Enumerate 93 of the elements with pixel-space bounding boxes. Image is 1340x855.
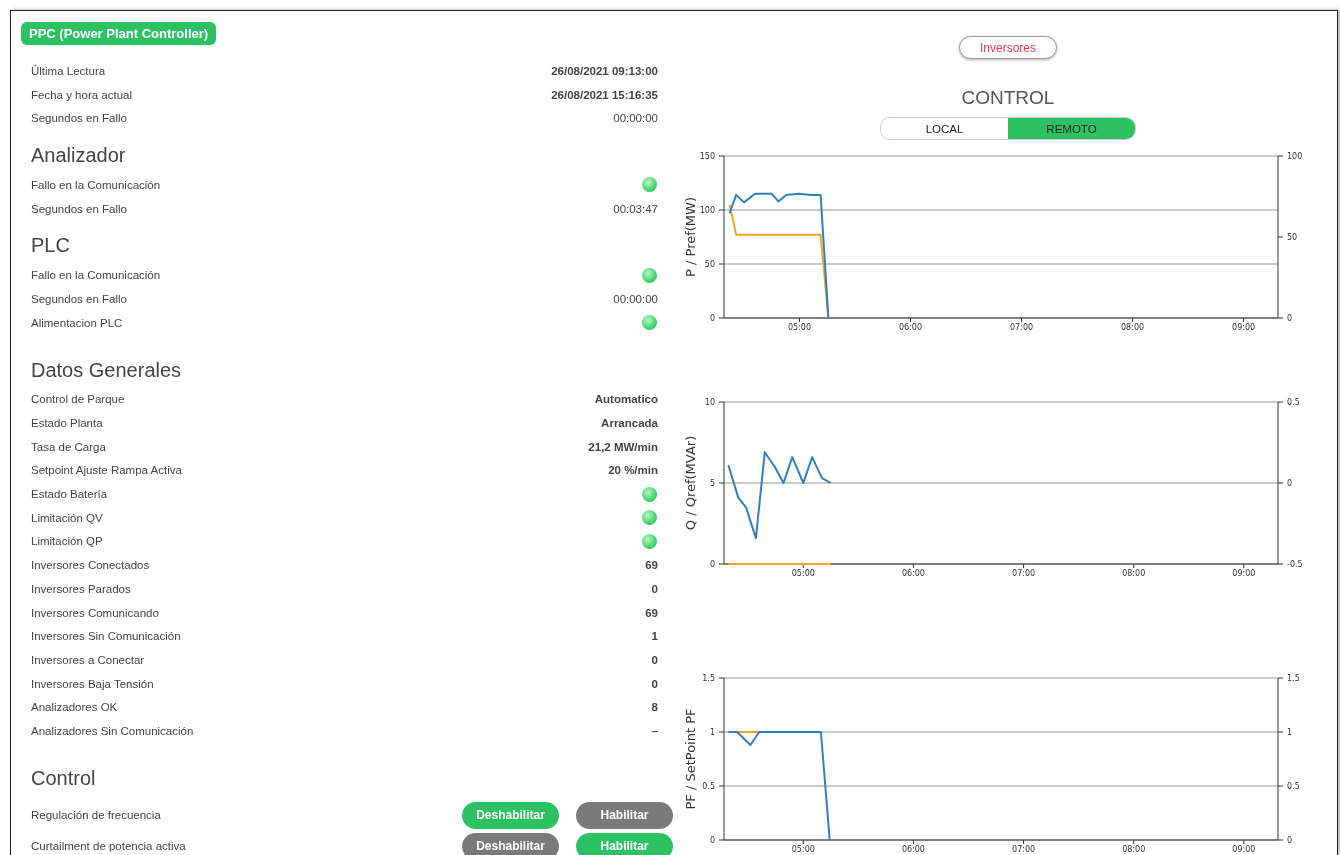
section-heading: Analizador bbox=[31, 143, 127, 169]
field-label: Analizadores Sin Comunicación bbox=[31, 724, 194, 737]
disable-button[interactable]: Deshabilitar bbox=[462, 801, 559, 829]
tick-label: 0 bbox=[709, 314, 715, 323]
section-heading: Datos Generales bbox=[31, 357, 183, 383]
tick-label: 1.5 bbox=[702, 674, 715, 683]
axis-title: P / Pref(MW) bbox=[683, 197, 698, 277]
field-value: 26/08/2021 09:13:00 bbox=[551, 64, 658, 77]
field-label: Setpoint Ajuste Rampa Activa bbox=[31, 464, 182, 477]
tick-label: 08:00 bbox=[1122, 845, 1146, 854]
field-label: Inversores Baja Tensión bbox=[31, 677, 154, 690]
tick-label: 0.5 bbox=[1287, 398, 1300, 407]
tick-label: 1.5 bbox=[1287, 674, 1300, 683]
tick-label: 08:00 bbox=[1121, 323, 1145, 332]
tick-label: 05:00 bbox=[791, 845, 815, 854]
tick-label: 09:00 bbox=[1232, 845, 1256, 854]
field-value: 00:00:00 bbox=[613, 292, 658, 305]
field-value: 20 %/min bbox=[608, 464, 658, 477]
tick-label: 08:00 bbox=[1122, 569, 1146, 578]
field-value: 69 bbox=[645, 559, 658, 572]
field-value: Arrancada bbox=[601, 417, 658, 430]
tick-label: 09:00 bbox=[1232, 569, 1256, 578]
tick-label: 07:00 bbox=[1012, 845, 1036, 854]
field-label: Segundos en Fallo bbox=[31, 202, 127, 215]
field-value: Automatico bbox=[594, 393, 658, 406]
field-label: Alimentacion PLC bbox=[31, 316, 123, 329]
field-value: 69 bbox=[645, 606, 658, 619]
field-label: Curtailment de potencia activa bbox=[31, 840, 186, 853]
section-heading: PLC bbox=[31, 233, 71, 259]
mode-tab[interactable]: REMOTO bbox=[1008, 118, 1135, 139]
disable-button[interactable]: Deshabilitar bbox=[462, 832, 559, 855]
tick-label: 05:00 bbox=[787, 323, 812, 332]
field-label: Inversores a Conectar bbox=[31, 653, 145, 666]
tick-label: 09:00 bbox=[1232, 323, 1256, 332]
field-label: Limitación QP bbox=[31, 535, 103, 548]
tick-label: 07:00 bbox=[1012, 569, 1036, 578]
field-label: Inversores Comunicando bbox=[31, 606, 159, 619]
tick-label: 0 bbox=[1287, 479, 1293, 488]
field-label: Segundos en Fallo bbox=[31, 112, 127, 125]
control-title: CONTROL bbox=[961, 87, 1055, 109]
field-label: Regulación de frecuencia bbox=[31, 809, 161, 822]
inverters-button[interactable]: Inversores bbox=[959, 36, 1057, 59]
field-label: Segundos en Fallo bbox=[31, 292, 127, 305]
tick-label: 50 bbox=[1287, 233, 1298, 242]
enable-button[interactable]: Habilitar bbox=[576, 801, 673, 829]
tick-label: -0.5 bbox=[1287, 560, 1303, 569]
field-value: 00:00:00 bbox=[613, 112, 658, 125]
field-label: Inversores Sin Comunicación bbox=[31, 630, 181, 643]
field-value: 21,2 MW/min bbox=[588, 440, 658, 453]
tick-label: 5 bbox=[709, 479, 715, 488]
tick-label: 07:00 bbox=[1010, 323, 1034, 332]
tick-label: 0 bbox=[1287, 836, 1293, 845]
axis-title: PF / SetPoint PF bbox=[683, 708, 698, 810]
field-label: Inversores Parados bbox=[31, 582, 131, 595]
tick-label: 05:00 bbox=[791, 569, 815, 578]
field-label: Fallo en la Comunicación bbox=[31, 178, 161, 191]
field-label: Inversores Conectados bbox=[31, 559, 150, 572]
field-label: Fecha y hora actual bbox=[31, 88, 132, 101]
field-label: Fallo en la Comunicación bbox=[31, 269, 161, 282]
tick-label: 10 bbox=[704, 398, 715, 407]
tick-label: 100 bbox=[699, 206, 715, 215]
tick-label: 06:00 bbox=[899, 323, 923, 332]
field-label: Estado Planta bbox=[31, 417, 103, 430]
tick-label: 50 bbox=[704, 260, 715, 269]
tick-label: 0.5 bbox=[702, 782, 715, 791]
tick-label: 0.5 bbox=[1287, 782, 1300, 791]
field-value: 1 bbox=[651, 630, 658, 643]
field-label: Última Lectura bbox=[31, 64, 106, 77]
field-label: Analizadores OK bbox=[31, 701, 118, 714]
enable-button[interactable]: Habilitar bbox=[576, 832, 673, 855]
field-value: 8 bbox=[651, 701, 658, 714]
tick-label: 0 bbox=[709, 836, 715, 845]
field-value: 00:03:47 bbox=[613, 202, 658, 215]
tick-label: 06:00 bbox=[901, 569, 925, 578]
field-value: 0 bbox=[651, 677, 658, 690]
field-label: Tasa de Carga bbox=[31, 440, 106, 453]
tick-label: 0 bbox=[709, 560, 715, 569]
tick-label: 1 bbox=[1287, 728, 1293, 737]
tick-label: 1 bbox=[709, 728, 715, 737]
page-title: PPC (Power Plant Controller) bbox=[21, 22, 217, 45]
section-heading: Control bbox=[31, 765, 97, 791]
tick-label: 150 bbox=[699, 152, 715, 161]
tick-label: 100 bbox=[1287, 152, 1303, 161]
field-value: 0 bbox=[651, 582, 658, 595]
axis-title: Q / Qref(MVAr) bbox=[683, 435, 698, 531]
field-value: 0 bbox=[651, 653, 658, 666]
tick-label: 0 bbox=[1287, 314, 1293, 323]
field-value: – bbox=[651, 724, 658, 737]
field-label: Control de Parque bbox=[31, 393, 125, 406]
tick-label: 06:00 bbox=[901, 845, 925, 854]
field-label: Limitación QV bbox=[31, 511, 103, 524]
field-label: Estado Batería bbox=[31, 488, 108, 501]
field-value: 26/08/2021 15:16:35 bbox=[551, 88, 658, 101]
